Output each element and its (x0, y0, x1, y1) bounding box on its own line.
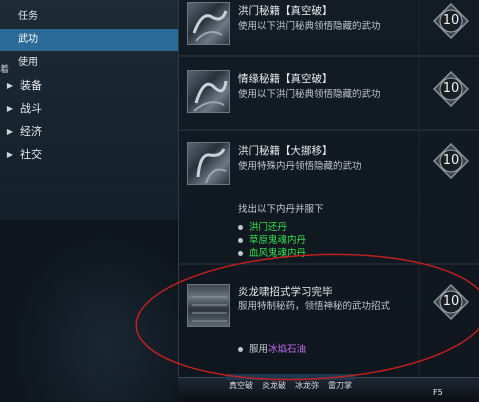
hotbar-skill[interactable]: 真空破 (226, 379, 256, 392)
hotbar-skill[interactable]: 冰龙弥 (292, 379, 322, 392)
bullet-icon (238, 238, 243, 243)
skill-title: 洪门秘籍【真空破】 (238, 5, 333, 17)
level-number: 10 (442, 81, 460, 96)
item-link[interactable]: 冰焰石油 (268, 344, 306, 355)
category-social[interactable]: ▶ 社交 (0, 144, 178, 165)
bullet-icon (238, 225, 243, 230)
requirement-item: 洪门还丹 (238, 219, 287, 233)
category-economy[interactable]: ▶ 经济 (0, 121, 178, 142)
level-number: 10 (442, 153, 460, 168)
skill-book-icon (187, 70, 230, 113)
skill-description: 使用特殊内丹领悟隐藏的武功 (238, 161, 362, 172)
tab-martial-arts[interactable]: 武功 (0, 29, 178, 51)
level-number: 10 (442, 13, 460, 28)
requirement-item: 血风鬼魂内丹 (238, 245, 306, 259)
category-label: 装备 (20, 79, 42, 92)
category-combat[interactable]: ▶ 战斗 (0, 98, 178, 119)
skill-description: 使用以下洪门秘典领悟隐藏的武功 (238, 89, 381, 100)
category-label: 经济 (20, 125, 42, 138)
level-badge: 10 (432, 70, 470, 108)
level-badge: 10 (432, 2, 470, 40)
level-number: 10 (442, 294, 460, 309)
skill-book-icon (187, 2, 230, 45)
tab-quests[interactable]: 任务 (0, 6, 178, 28)
background-texture (0, 220, 178, 401)
category-label: 社交 (20, 148, 42, 161)
use-item-line: 服用冰焰石油 (238, 341, 306, 355)
skill-description: 服用特制秘药，领悟神秘的武功招式 (238, 301, 391, 312)
requirement-item: 草原鬼魂内丹 (238, 232, 306, 246)
category-label: 战斗 (20, 102, 42, 115)
skill-title: 炎龙啸招式学习完毕 (238, 286, 333, 298)
skill-title: 洪门秘籍【大挪移】 (238, 145, 333, 157)
level-badge: 10 (432, 142, 470, 180)
hotkey-hint: F5 (433, 388, 443, 397)
expand-arrow-icon: ▶ (6, 127, 14, 136)
expand-arrow-icon: ▶ (6, 104, 14, 113)
expand-arrow-icon: ▶ (6, 81, 14, 90)
skill-scroll-icon (187, 284, 230, 327)
skill-book-icon (187, 142, 230, 185)
expand-arrow-icon: ▶ (6, 150, 14, 159)
bullet-icon (238, 347, 243, 352)
skill-title: 情缘秘籍【真空破】 (238, 73, 333, 85)
requirement-title: 找出以下内丹并服下 (238, 204, 324, 215)
skill-book-list: 洪门秘籍【真空破】 使用以下洪门秘典领悟隐藏的武功 10 情缘秘籍【真空破】 使… (179, 0, 479, 401)
hotbar-skill[interactable]: 炎龙破 (259, 379, 289, 392)
left-menu-panel: 任务 武功 使用 着 ▶ 装备 ▶ 战斗 ▶ 经济 ▶ 社交 (0, 0, 179, 401)
skill-description: 使用以下洪门秘典领悟隐藏的武功 (238, 21, 381, 32)
clipped-label: 着 (0, 65, 10, 75)
bullet-icon (238, 251, 243, 256)
hotbar-skill[interactable]: 雷刀掌 (325, 379, 355, 392)
row-dividers (179, 0, 479, 376)
category-equipment[interactable]: ▶ 装备 (0, 75, 178, 96)
tab-usage[interactable]: 使用 (0, 52, 178, 74)
level-badge: 10 (432, 283, 470, 321)
